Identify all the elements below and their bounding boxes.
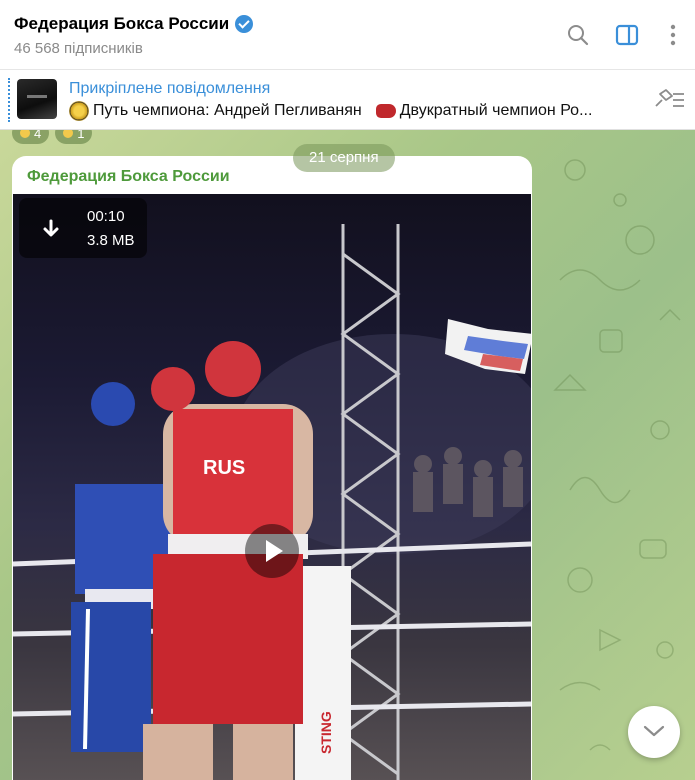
boxing-glove-icon (375, 104, 396, 118)
reaction-count: 1 (77, 130, 85, 141)
pinned-text-2: Двукратный чемпион Ро... (399, 102, 593, 119)
video-frame: RUS STING (13, 224, 531, 780)
video-size: 3.8 MB (87, 232, 135, 249)
download-icon[interactable] (39, 218, 63, 242)
scroll-down-button[interactable] (628, 706, 680, 758)
pinned-thumbnail (17, 79, 57, 119)
pinned-title: Прикріплене повідомлення (69, 80, 271, 97)
reactions-row: 4 1 (12, 130, 93, 144)
verified-icon (235, 15, 254, 33)
more-vertical-icon[interactable] (660, 22, 686, 48)
reaction-trophy[interactable]: 4 (12, 130, 50, 144)
clap-icon (63, 130, 74, 138)
date-separator: 21 серпня (293, 144, 395, 172)
medal-icon (69, 101, 89, 121)
chat-area[interactable]: 4 1 Федерация Бокса России RUS STING 00:… (0, 130, 695, 780)
channel-title[interactable]: Федерация Бокса России (14, 14, 254, 34)
unpin-list-icon[interactable] (652, 86, 686, 112)
chevron-down-icon (643, 725, 665, 737)
reaction-count: 4 (34, 130, 42, 141)
jersey-text: RUS (203, 457, 245, 479)
video-message[interactable]: RUS STING 00:10 3.8 MB (13, 194, 531, 780)
reaction-clap[interactable]: 1 (55, 130, 93, 144)
chat-header: Федерация Бокса России 46 568 підписникі… (0, 0, 695, 70)
subscriber-count: 46 568 підписників (14, 40, 143, 57)
play-icon[interactable] (245, 524, 299, 578)
pinned-indicator (8, 78, 12, 122)
pinned-message-bar[interactable]: Прикріплене повідомлення Путь чемпиона: … (0, 70, 695, 130)
trophy-icon (20, 130, 30, 138)
video-duration: 00:10 (87, 208, 125, 225)
channel-name[interactable]: Федерация Бокса России (14, 14, 229, 34)
pinned-text-1: Путь чемпиона: Андрей Пегливанян (93, 102, 362, 119)
side-panel-icon[interactable] (614, 22, 640, 48)
message-sender[interactable]: Федерация Бокса России (27, 168, 230, 186)
message-bubble[interactable]: Федерация Бокса России RUS STING 00:10 3… (12, 156, 532, 780)
search-icon[interactable] (565, 22, 591, 48)
ring-brand-text: STING (318, 711, 334, 754)
download-badge[interactable]: 00:10 3.8 MB (19, 198, 147, 258)
pinned-preview: Путь чемпиона: Андрей Пегливанян Двукрат… (69, 101, 629, 121)
